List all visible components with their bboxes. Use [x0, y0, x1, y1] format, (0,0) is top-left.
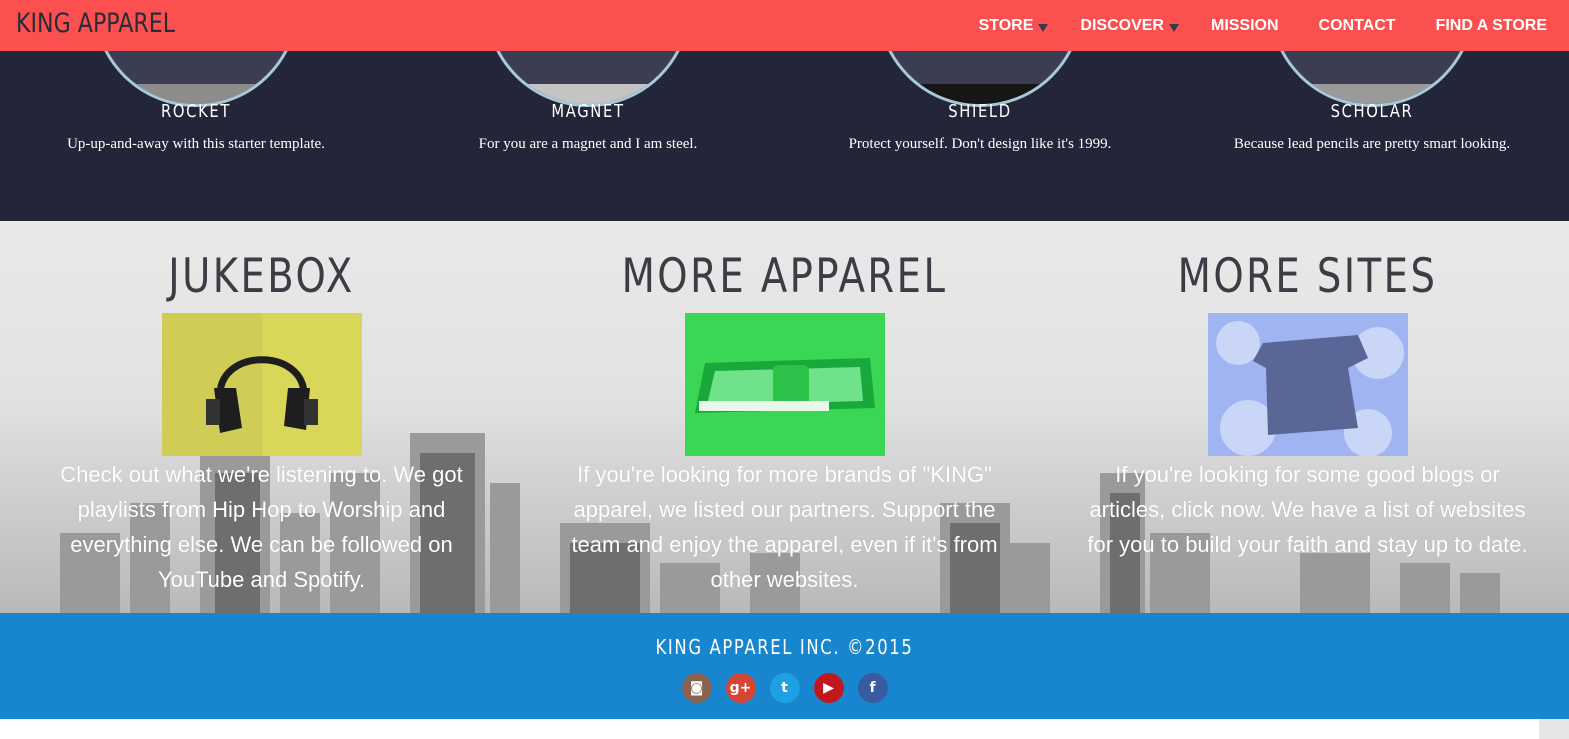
feature-description: Check out what we're listening to. We go…	[60, 462, 463, 592]
more-sites-tile[interactable]	[1207, 313, 1408, 456]
caret-down-icon	[1038, 23, 1049, 32]
copyright-text: KING APPAREL INC. ©2015	[655, 635, 914, 659]
product-description: Because lead pencils are pretty smart lo…	[1233, 136, 1511, 152]
product-rocket: ROCKET Up-up-and-away with this starter …	[0, 51, 392, 221]
apparel-image	[694, 358, 875, 413]
product-image[interactable]	[93, 51, 299, 107]
nav-item-mission[interactable]: MISSION	[1211, 17, 1279, 35]
products-section: ROCKET Up-up-and-away with this starter …	[0, 51, 1569, 221]
product-description: Up-up-and-away with this starter templat…	[67, 136, 325, 152]
top-navbar: KING APPAREL STORE DISCOVER MISSION CONT…	[0, 0, 1569, 51]
product-name: SHIELD	[948, 101, 1012, 122]
social-links: ◙ g+ t ▶ f	[0, 673, 1569, 703]
twitter-icon[interactable]: t	[769, 673, 800, 703]
product-name: SCHOLAR	[1330, 101, 1414, 122]
product-name: ROCKET	[160, 101, 232, 122]
product-description: For you are a magnet and I am steel.	[478, 136, 698, 152]
youtube-icon[interactable]: ▶	[813, 673, 844, 703]
product-name: MAGNET	[551, 101, 625, 122]
instagram-icon[interactable]: ◙	[681, 673, 712, 703]
feature-description: If you're looking for more brands of "KI…	[571, 462, 998, 592]
product-description: Protect yourself. Don't design like it's…	[848, 136, 1112, 152]
product-shield: SHIELD Protect yourself. Don't design li…	[784, 51, 1176, 221]
feature-more-apparel: MORE APPAREL If you're looking for more …	[523, 221, 1046, 613]
footer: KING APPAREL INC. ©2015 ◙ g+ t ▶ f	[0, 613, 1569, 719]
nav-item-discover[interactable]: DISCOVER	[1080, 17, 1179, 35]
page-bottom	[0, 719, 1569, 739]
feature-title: JUKEBOX	[168, 249, 355, 304]
product-scholar: SCHOLAR Because lead pencils are pretty …	[1176, 51, 1568, 221]
nav-item-label: MISSION	[1210, 16, 1279, 34]
nav-menu: STORE DISCOVER MISSION CONTACT FIND A ST…	[979, 0, 1547, 51]
nav-item-label: CONTACT	[1318, 16, 1396, 34]
product-image[interactable]	[877, 51, 1083, 107]
nav-item-find-a-store[interactable]: FIND A STORE	[1436, 17, 1547, 35]
nav-item-contact[interactable]: CONTACT	[1319, 17, 1396, 35]
facebook-icon[interactable]: f	[857, 673, 888, 703]
feature-description: If you're looking for some good blogs or…	[1087, 462, 1528, 557]
product-magnet: MAGNET For you are a magnet and I am ste…	[392, 51, 784, 221]
shirt-image	[1207, 313, 1408, 456]
product-image[interactable]	[1269, 51, 1475, 107]
nav-item-label: STORE	[978, 16, 1034, 34]
scrollbar-corner[interactable]	[1539, 719, 1569, 739]
jukebox-tile[interactable]	[161, 313, 362, 456]
nav-item-label: FIND A STORE	[1435, 16, 1547, 34]
features-section: JUKEBOX Check out what we're listening t…	[0, 221, 1569, 613]
product-image[interactable]	[485, 51, 691, 107]
nav-item-store[interactable]: STORE	[979, 17, 1049, 35]
feature-title: MORE SITES	[1177, 249, 1438, 304]
google-plus-icon[interactable]: g+	[725, 673, 756, 703]
headphones-icon	[161, 313, 318, 456]
feature-jukebox: JUKEBOX Check out what we're listening t…	[0, 221, 523, 613]
feature-title: MORE APPAREL	[621, 249, 948, 304]
more-apparel-tile[interactable]	[684, 313, 885, 456]
brand-logo[interactable]: KING APPAREL	[16, 8, 175, 39]
feature-more-sites: MORE SITES If you're looking for some go…	[1046, 221, 1569, 613]
caret-down-icon	[1168, 23, 1179, 32]
nav-item-label: DISCOVER	[1080, 16, 1164, 34]
